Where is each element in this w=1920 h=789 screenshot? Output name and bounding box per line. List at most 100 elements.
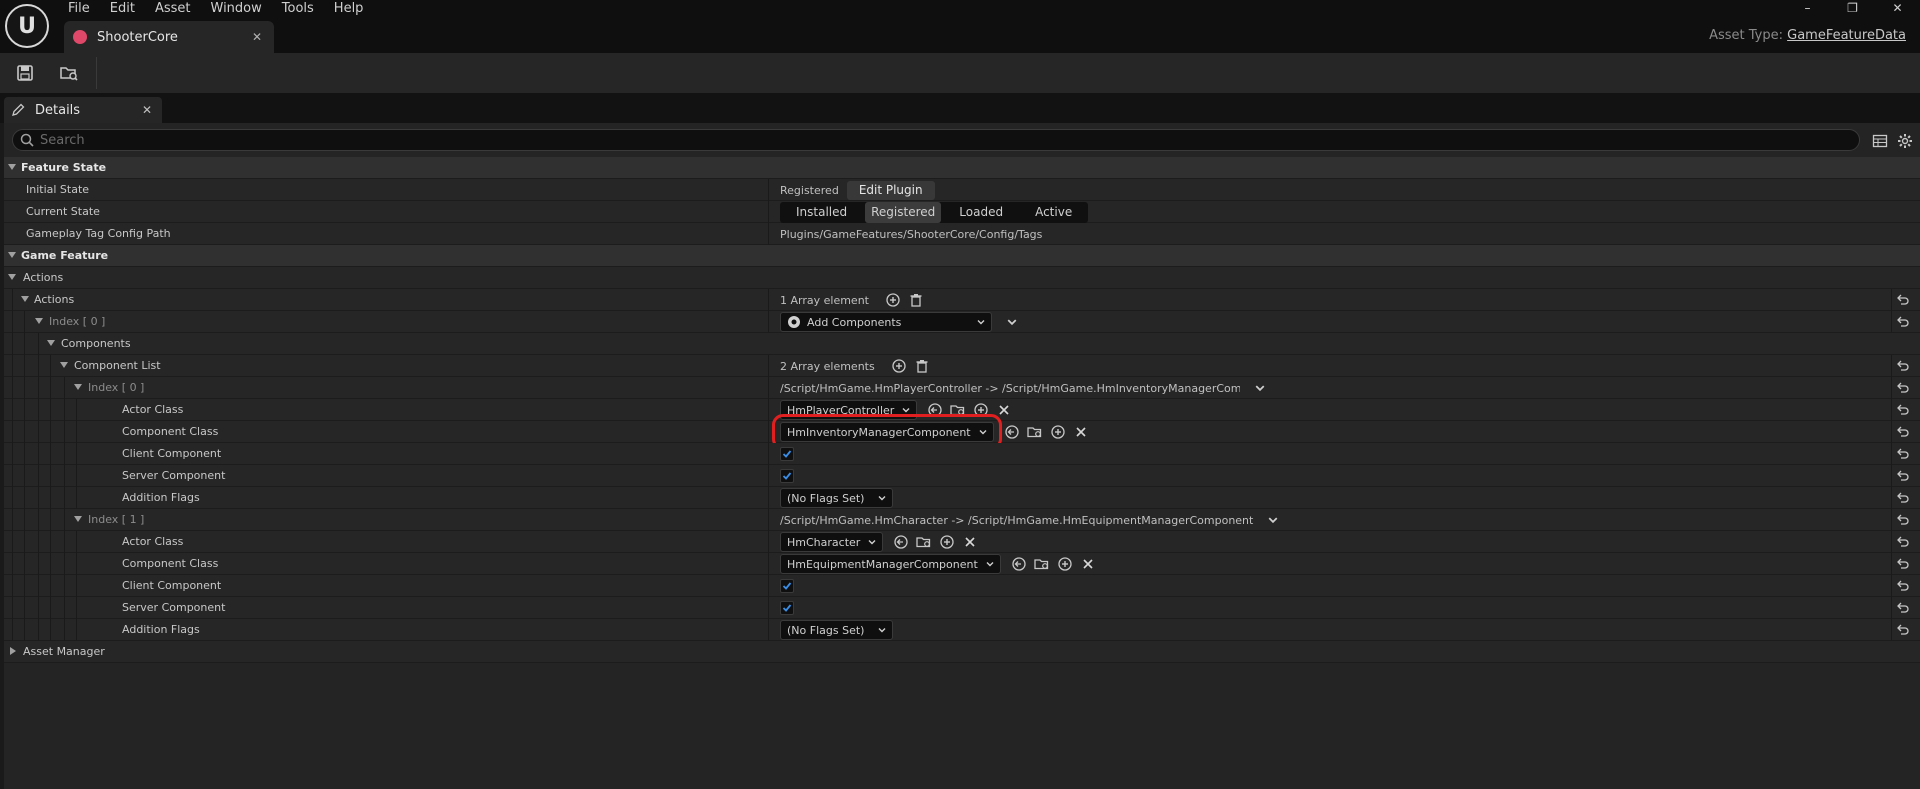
add-element-icon[interactable] (885, 292, 901, 308)
add-element-icon[interactable] (891, 358, 907, 374)
reset-to-default-icon[interactable] (1896, 447, 1910, 461)
addition-flags-combo[interactable]: (No Flags Set) (780, 488, 894, 508)
clear-icon[interactable] (1073, 424, 1089, 440)
add-new-icon[interactable] (1057, 556, 1073, 572)
reset-to-default-icon[interactable] (1896, 403, 1910, 417)
column-splitter[interactable] (768, 201, 769, 223)
column-splitter[interactable] (768, 443, 769, 465)
browse-folder-icon[interactable] (1026, 424, 1043, 440)
row-asset-manager[interactable]: Asset Manager (4, 641, 1920, 663)
column-splitter[interactable] (768, 289, 769, 311)
browse-folder-icon[interactable] (1034, 556, 1050, 572)
close-tab-icon[interactable]: ✕ (252, 30, 262, 44)
unreal-logo-icon[interactable]: U (5, 4, 49, 48)
element-options-chevron-icon[interactable] (1265, 512, 1281, 528)
reset-to-default-icon[interactable] (1896, 491, 1910, 505)
browse-folder-icon[interactable] (950, 402, 966, 418)
reset-to-default-icon[interactable] (1896, 381, 1910, 395)
reset-to-default-icon[interactable] (1896, 293, 1910, 307)
settings-gear-icon[interactable] (1897, 133, 1913, 149)
state-option-installed[interactable]: Installed (780, 202, 863, 223)
use-selected-icon[interactable] (1004, 424, 1020, 440)
clear-icon[interactable] (996, 402, 1012, 418)
save-icon[interactable] (14, 62, 36, 84)
row-components[interactable]: Components (4, 333, 1920, 355)
menu-help[interactable]: Help (324, 0, 374, 18)
component-class-combo[interactable]: HmEquipmentManagerComponent (780, 554, 1001, 574)
column-splitter[interactable] (768, 179, 769, 201)
column-splitter[interactable] (768, 553, 769, 575)
reset-to-default-icon[interactable] (1896, 557, 1910, 571)
column-splitter[interactable] (768, 509, 769, 531)
close-details-icon[interactable]: ✕ (142, 103, 152, 117)
client-component-checkbox[interactable] (780, 579, 794, 593)
expand-arrow-icon[interactable] (8, 252, 16, 258)
component-class-combo-highlighted[interactable]: HmInventoryManagerComponent (772, 414, 1002, 450)
document-tab-shootercore[interactable]: ShooterCore ✕ (64, 21, 274, 53)
column-splitter[interactable] (768, 619, 769, 641)
expand-arrow-icon[interactable] (74, 384, 82, 390)
use-selected-icon[interactable] (893, 534, 909, 550)
element-options-chevron-icon[interactable] (1252, 380, 1268, 396)
asset-type-link[interactable]: GameFeatureData (1787, 28, 1906, 43)
column-splitter[interactable] (768, 575, 769, 597)
table-view-icon[interactable] (1872, 133, 1888, 149)
clear-icon[interactable] (1080, 556, 1096, 572)
delete-all-icon[interactable] (908, 292, 924, 308)
add-new-icon[interactable] (973, 402, 989, 418)
menu-tools[interactable]: Tools (272, 0, 324, 18)
actor-class-combo[interactable]: HmPlayerController (780, 400, 918, 420)
column-splitter[interactable] (768, 377, 769, 399)
addition-flags-combo[interactable]: (No Flags Set) (780, 620, 894, 640)
element-options-chevron-icon[interactable] (1004, 314, 1020, 330)
expand-arrow-icon[interactable] (8, 164, 16, 170)
column-splitter[interactable] (768, 487, 769, 509)
details-tab[interactable]: Details ✕ (4, 97, 162, 123)
menu-window[interactable]: Window (201, 0, 272, 18)
server-component-checkbox[interactable] (780, 469, 794, 483)
expand-arrow-icon[interactable] (60, 362, 68, 368)
menu-asset[interactable]: Asset (145, 0, 201, 18)
category-game-feature[interactable]: Game Feature (4, 245, 1920, 267)
reset-to-default-icon[interactable] (1896, 623, 1910, 637)
reset-to-default-icon[interactable] (1896, 469, 1910, 483)
reset-to-default-icon[interactable] (1896, 315, 1910, 329)
column-splitter[interactable] (768, 311, 769, 333)
column-splitter[interactable] (768, 597, 769, 619)
column-splitter[interactable] (768, 531, 769, 553)
state-option-active[interactable]: Active (1019, 202, 1088, 223)
search-input[interactable] (40, 132, 1820, 148)
restore-icon[interactable]: ❐ (1830, 0, 1875, 18)
actor-class-combo[interactable]: HmCharacter (780, 532, 884, 552)
reset-to-default-icon[interactable] (1896, 535, 1910, 549)
reset-to-default-icon[interactable] (1896, 579, 1910, 593)
browse-folder-icon[interactable] (916, 534, 932, 550)
reset-to-default-icon[interactable] (1896, 425, 1910, 439)
collapsed-arrow-icon[interactable] (10, 647, 16, 655)
client-component-checkbox[interactable] (780, 447, 794, 461)
category-feature-state[interactable]: Feature State (4, 157, 1920, 179)
action-type-combo[interactable]: Add Components (780, 312, 992, 332)
expand-arrow-icon[interactable] (74, 516, 82, 522)
edit-plugin-button[interactable]: Edit Plugin (846, 180, 935, 200)
menu-file[interactable]: File (58, 0, 100, 18)
minimize-icon[interactable]: – (1785, 0, 1830, 18)
reset-to-default-icon[interactable] (1896, 359, 1910, 373)
add-new-icon[interactable] (939, 534, 955, 550)
state-option-registered[interactable]: Registered (865, 201, 942, 223)
state-option-loaded[interactable]: Loaded (943, 202, 1019, 223)
expand-arrow-icon[interactable] (47, 340, 55, 346)
close-window-icon[interactable]: ✕ (1875, 0, 1920, 18)
expand-arrow-icon[interactable] (21, 296, 29, 302)
row-actions-group[interactable]: Actions (4, 267, 1920, 289)
clear-icon[interactable] (962, 534, 978, 550)
server-component-checkbox[interactable] (780, 601, 794, 615)
column-splitter[interactable] (768, 355, 769, 377)
use-selected-icon[interactable] (927, 402, 943, 418)
column-splitter[interactable] (768, 421, 769, 443)
browse-to-asset-icon[interactable] (58, 62, 80, 84)
column-splitter[interactable] (768, 465, 769, 487)
expand-arrow-icon[interactable] (8, 274, 16, 280)
column-splitter[interactable] (768, 223, 769, 245)
add-new-icon[interactable] (1050, 424, 1066, 440)
